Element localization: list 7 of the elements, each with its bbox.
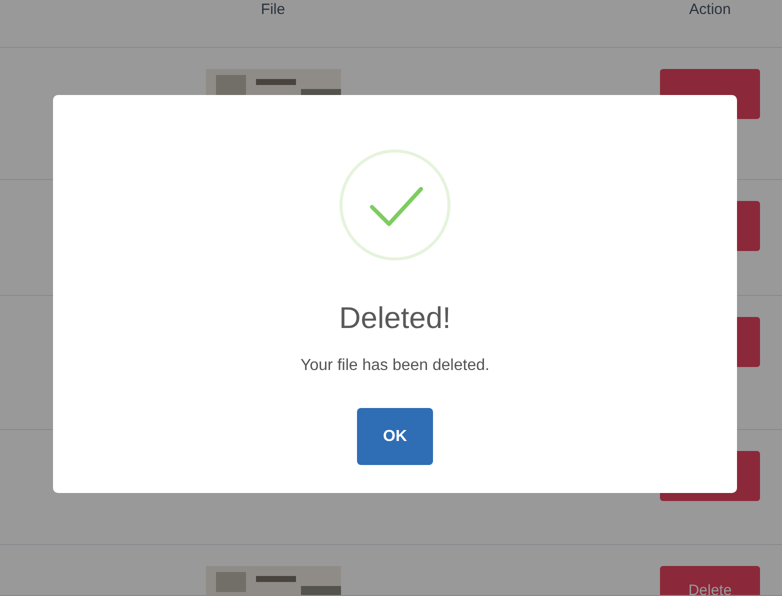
ok-button[interactable]: OK (357, 408, 433, 465)
success-check-icon (339, 149, 451, 261)
dialog-title: Deleted! (339, 301, 451, 337)
dialog-message: Your file has been deleted. (300, 356, 490, 376)
delete-button[interactable]: Delete (660, 566, 760, 595)
column-header: Action (689, 0, 731, 20)
column-header: File (260, 0, 286, 20)
